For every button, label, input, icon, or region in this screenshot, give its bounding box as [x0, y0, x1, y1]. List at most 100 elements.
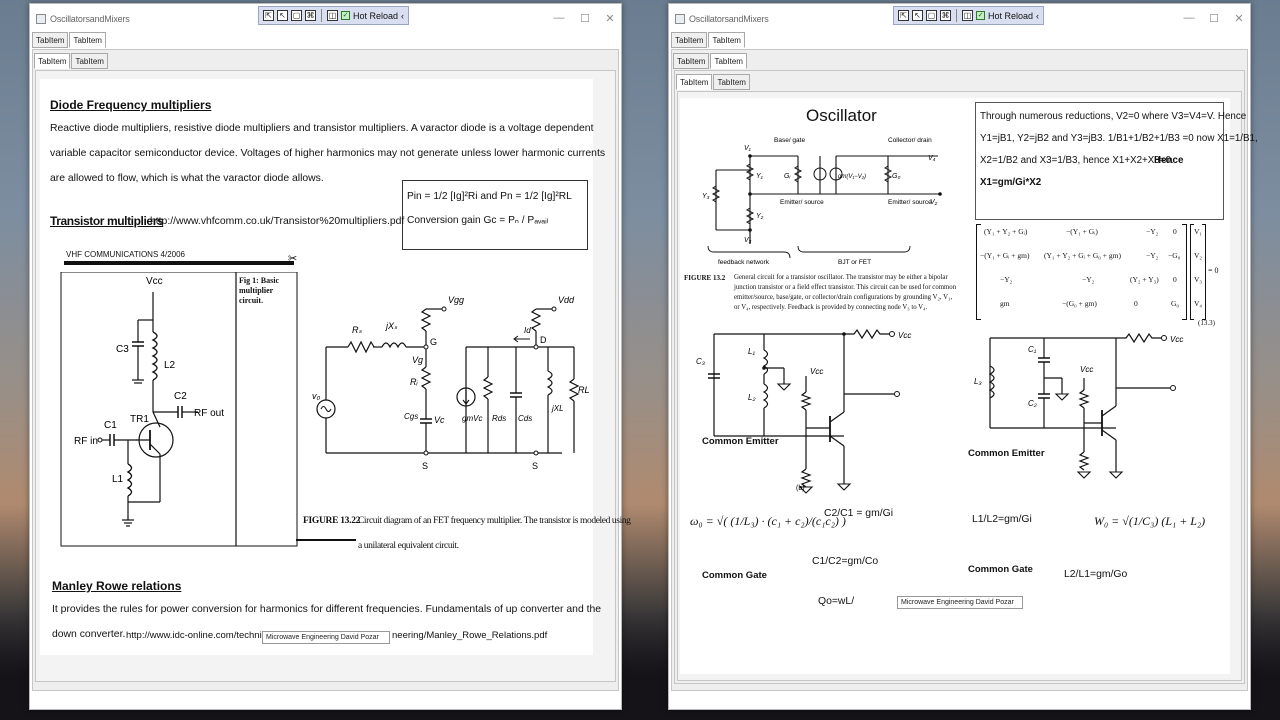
fig1-l1-label: L1 — [112, 474, 124, 485]
binding-icon[interactable]: ◫ — [962, 10, 973, 21]
fig1322-rule — [296, 539, 356, 541]
source-tag-right[interactable]: Microwave Engineering David Pozar — [897, 596, 1023, 609]
track-focus-icon[interactable]: ⌘ — [305, 10, 316, 21]
matrix-cell: −(Y₁ + Gᵢ) — [1066, 227, 1098, 236]
pin-pn-formula: Pin = 1/2 [Ig]²Ri and Pn = 1/2 [Ig]²RL — [407, 191, 572, 202]
vector-right-bracket — [1202, 224, 1206, 320]
matrix-cell: 0 — [1173, 275, 1177, 284]
fig132-caption-line-4: or V₄, respectively. Feedback is provide… — [734, 304, 928, 311]
tab-outer-2[interactable]: TabItem — [69, 32, 106, 48]
fig1-c1-label: C1 — [104, 420, 117, 431]
outer-tab-panel: TabItem TabItem Diode Frequency multipli… — [32, 49, 631, 691]
colpitts-vcc-top-label: Vcc — [898, 331, 911, 340]
matrix-equation-number: (13.3) — [1198, 319, 1215, 327]
fig1-vcc-label: Vcc — [146, 276, 163, 287]
minimize-button[interactable]: — — [1182, 12, 1196, 24]
outer-tabs: TabItem TabItem — [671, 32, 745, 48]
fet-cds-label: Cds — [518, 414, 532, 423]
vhf-banner: VHF COMMUNICATIONS 4/2006 — [66, 250, 185, 259]
manley-url-start[interactable]: http://www.idc-online.com/technica — [126, 630, 272, 641]
app-icon — [36, 14, 46, 24]
fig1-l2-label: L2 — [164, 360, 176, 371]
fig1-tr1-label: TR1 — [130, 414, 149, 425]
vhf-banner-rule — [64, 261, 294, 265]
transistor-url[interactable]: http://www.vhfcomm.co.uk/Transistor%20mu… — [150, 216, 404, 227]
fig132-emitter-source-label-2: Emitter/ source — [888, 199, 932, 206]
fig132-bjt-fet-label: BJT or FET — [838, 259, 871, 266]
l2-l1-ratio: L2/L1=gm/Go — [1064, 569, 1128, 580]
reduction-result: X1=gm/Gi*X2 — [980, 177, 1042, 188]
tab-inner-2[interactable]: TabItem — [713, 74, 750, 90]
app-icon — [675, 14, 685, 24]
hartley-l3-label: L₃ — [974, 377, 982, 386]
diode-paragraph-line-3: are allowed to flow, which is what the v… — [50, 173, 324, 184]
matrix-cell: −G₀ — [1168, 251, 1181, 260]
fig132-v3-label: V₃ — [744, 237, 752, 244]
c2-c1-ratio: C2/C1 = gm/Gi — [824, 508, 894, 519]
reduction-line-2: Y1=jB1, Y2=jB2 and Y3=jB3. 1/B1+1/B2+1/B… — [980, 133, 1258, 144]
omega-formula: ω₀ = √( (1/L₃) · (c₁ + c₂)/(c₁c₂) ) — [690, 514, 846, 528]
collapse-chevron-icon[interactable]: ‹ — [1036, 11, 1039, 21]
fig1322-caption-line-1: Circuit diagram of an FET frequency mult… — [358, 516, 631, 526]
minimize-button[interactable]: — — [552, 12, 566, 24]
tab-middle-2[interactable]: TabItem — [710, 53, 747, 69]
manley-paragraph-line-1: It provides the rules for power conversi… — [52, 604, 602, 615]
qo-formula: Qo=wL/ — [818, 596, 855, 607]
pointer-icon[interactable]: ↖ — [277, 10, 288, 21]
source-tag-left[interactable]: Microwave Engineering David Pozar — [262, 631, 390, 644]
fig1322-title: FIGURE 13.22 — [303, 516, 361, 526]
tab-inner-1[interactable]: TabItem — [676, 74, 713, 90]
select-element-icon[interactable]: ⇱ — [898, 10, 909, 21]
select-element-icon[interactable]: ⇱ — [263, 10, 274, 21]
close-button[interactable]: ✕ — [603, 12, 617, 25]
fet-s1-label: S — [422, 461, 428, 471]
tab-outer-1[interactable]: TabItem — [671, 32, 708, 48]
fet-vg-label: Vg — [412, 355, 423, 365]
tab-outer-2[interactable]: TabItem — [708, 32, 745, 48]
hartley-c2-label: C₂ — [1028, 399, 1037, 408]
reduction-hence: Hence — [1154, 155, 1184, 166]
hartley-vcc-top-label: Vcc — [1170, 335, 1183, 344]
manley-paragraph-prefix: down converter. — [52, 629, 126, 640]
matrix-cell: −Y₂ — [1000, 275, 1013, 284]
matrix-cell: −Y₂ — [1146, 251, 1159, 260]
track-focus-icon[interactable]: ⌘ — [940, 10, 951, 21]
colpitts-sub-label: (b) — [796, 485, 805, 492]
vector-cell: V₄ — [1194, 299, 1203, 308]
fig1-c3-label: C3 — [116, 344, 129, 355]
diode-heading: Diode Frequency multipliers — [50, 98, 212, 112]
pointer-icon[interactable]: ↖ — [912, 10, 923, 21]
tab-inner-1[interactable]: TabItem — [34, 53, 71, 69]
fig132-oscillator-circuit: V₁ Base/ gate Collector/ drain V₄ Y₁ Gᵢ … — [702, 137, 942, 266]
binding-icon[interactable]: ◫ — [327, 10, 338, 21]
hot-reload-check-icon[interactable]: ✓ — [976, 11, 985, 20]
matrix-equals: = 0 — [1208, 266, 1219, 275]
layout-icon[interactable]: ▢ — [926, 10, 937, 21]
collapse-chevron-icon[interactable]: ‹ — [401, 11, 404, 21]
hot-reload-label[interactable]: Hot Reload — [988, 11, 1033, 21]
l1-l2-ratio: L1/L2=gm/Gi — [972, 514, 1032, 525]
hot-reload-label[interactable]: Hot Reload — [353, 11, 398, 21]
fig132-base-gate-label: Base/ gate — [774, 137, 805, 144]
close-button[interactable]: ✕ — [1232, 12, 1246, 25]
colpitts-common-emitter-label: Common Emitter — [702, 436, 779, 447]
maximize-button[interactable]: ☐ — [578, 12, 592, 25]
fig1-multiplier-circuit: Vcc C3 L2 C2 TR1 RF out C1 RF in L1 — [60, 272, 298, 547]
vector-cell: V₁ — [1194, 227, 1203, 236]
tab-outer-1[interactable]: TabItem — [32, 32, 69, 48]
hot-reload-check-icon[interactable]: ✓ — [341, 11, 350, 20]
manley-url-end[interactable]: neering/Manley_Rowe_Relations.pdf — [392, 630, 547, 641]
maximize-button[interactable]: ☐ — [1207, 12, 1221, 25]
colpitts-l1-label: L₁ — [748, 347, 755, 356]
middle-tabs: TabItem TabItem — [673, 53, 747, 69]
tab-middle-1[interactable]: TabItem — [673, 53, 710, 69]
diode-paragraph-line-2: variable capacitor semiconductor device.… — [50, 148, 606, 159]
fet-id-label: Id — [524, 326, 531, 335]
layout-icon[interactable]: ▢ — [291, 10, 302, 21]
tab-inner-2[interactable]: TabItem — [71, 53, 108, 69]
fig132-emitter-source-label-1: Emitter/ source — [780, 199, 824, 206]
colpitts-l2-label: L₂ — [748, 393, 756, 402]
outer-tab-panel: TabItem TabItem TabItem TabItem Oscillat… — [671, 49, 1258, 691]
fet-vdd-label: Vdd — [558, 295, 575, 305]
matrix-cell: 0 — [1173, 227, 1177, 236]
